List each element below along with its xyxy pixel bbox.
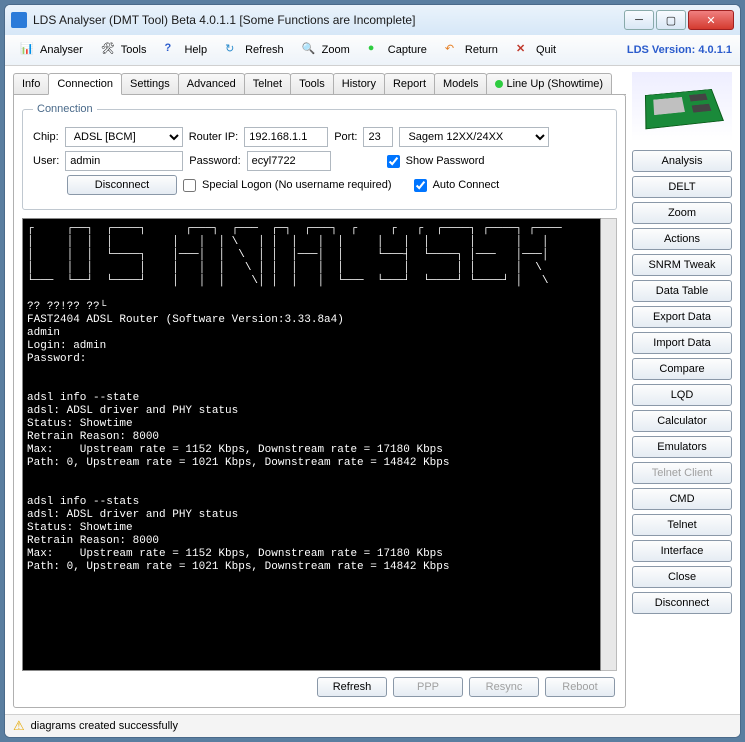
side-export-data-button[interactable]: Export Data — [632, 306, 732, 328]
reboot-button[interactable]: Reboot — [545, 677, 615, 697]
password-input[interactable] — [247, 151, 331, 171]
zoom-button[interactable]: 🔍Zoom — [295, 39, 357, 61]
window-title: LDS Analyser (DMT Tool) Beta 4.0.1.1 [So… — [33, 13, 624, 27]
side-compare-button[interactable]: Compare — [632, 358, 732, 380]
chart-icon: 📊 — [20, 42, 36, 58]
tab-settings[interactable]: Settings — [121, 73, 179, 94]
side-zoom-button[interactable]: Zoom — [632, 202, 732, 224]
quit-button[interactable]: ✕Quit — [509, 39, 563, 61]
port-label: Port: — [334, 131, 357, 143]
zoom-icon: 🔍 — [302, 42, 318, 58]
user-input[interactable] — [65, 151, 183, 171]
warning-icon: ⚠ — [13, 718, 25, 734]
side-actions-button[interactable]: Actions — [632, 228, 732, 250]
main-toolbar: 📊Analyser 🛠Tools ?Help ↻Refresh 🔍Zoom ●C… — [5, 35, 740, 66]
side-cmd-button[interactable]: CMD — [632, 488, 732, 510]
show-password-label: Show Password — [406, 155, 485, 167]
user-label: User: — [33, 155, 59, 167]
version-label: LDS Version: 4.0.1.1 — [627, 44, 732, 56]
tab-telnet[interactable]: Telnet — [244, 73, 291, 94]
side-lqd-button[interactable]: LQD — [632, 384, 732, 406]
board-image — [632, 72, 732, 142]
tab-history[interactable]: History — [333, 73, 385, 94]
tab-tools[interactable]: Tools — [290, 73, 334, 94]
terminal-output: ┌ ┌──┐ ┌────┐ ┌───┐ ┌─── ┌─┐ ┌───┐ ┌ ┌ ┌… — [22, 218, 601, 671]
return-button[interactable]: ↶Return — [438, 39, 505, 61]
side-delt-button[interactable]: DELT — [632, 176, 732, 198]
modem-select[interactable]: Sagem 12XX/24XX — [399, 127, 549, 147]
status-text: diagrams created successfully — [31, 720, 178, 732]
tools-icon: 🛠 — [101, 42, 117, 58]
disconnect-button[interactable]: Disconnect — [67, 175, 177, 195]
refresh-button[interactable]: ↻Refresh — [218, 39, 291, 61]
ppp-button[interactable]: PPP — [393, 677, 463, 697]
tab-info[interactable]: Info — [13, 73, 49, 94]
capture-button[interactable]: ●Capture — [361, 39, 434, 61]
refresh-bottom-button[interactable]: Refresh — [317, 677, 387, 697]
chip-select[interactable]: ADSL [BCM] — [65, 127, 183, 147]
special-logon-checkbox[interactable] — [183, 179, 196, 192]
return-icon: ↶ — [445, 42, 461, 58]
analyser-button[interactable]: 📊Analyser — [13, 39, 90, 61]
minimize-button[interactable]: ─ — [624, 10, 654, 30]
tab-models[interactable]: Models — [434, 73, 487, 94]
side-calculator-button[interactable]: Calculator — [632, 410, 732, 432]
help-button[interactable]: ?Help — [157, 39, 214, 61]
sidebar: Analysis DELT Zoom Actions SNRM Tweak Data Ta… — [632, 72, 732, 708]
chip-label: Chip: — [33, 131, 59, 143]
show-password-checkbox[interactable] — [387, 155, 400, 168]
password-label: Password: — [189, 155, 240, 167]
special-logon-label: Special Logon (No username required) — [202, 179, 392, 191]
auto-connect-checkbox[interactable] — [414, 179, 427, 192]
connection-legend: Connection — [33, 103, 97, 115]
side-snrm-tweak-button[interactable]: SNRM Tweak — [632, 254, 732, 276]
app-icon — [11, 12, 27, 28]
side-disconnect-button[interactable]: Disconnect — [632, 592, 732, 614]
help-icon: ? — [164, 42, 180, 58]
maximize-button[interactable]: ▢ — [656, 10, 686, 30]
titlebar: LDS Analyser (DMT Tool) Beta 4.0.1.1 [So… — [5, 5, 740, 35]
status-bar: ⚠ diagrams created successfully — [5, 714, 740, 737]
tab-line-up-showtime-[interactable]: Line Up (Showtime) — [486, 73, 612, 94]
router-ip-input[interactable] — [244, 127, 328, 147]
capture-icon: ● — [368, 42, 384, 58]
port-input[interactable] — [363, 127, 393, 147]
terminal-scrollbar[interactable] — [601, 218, 617, 671]
tab-advanced[interactable]: Advanced — [178, 73, 245, 94]
auto-connect-label: Auto Connect — [433, 179, 500, 191]
side-data-table-button[interactable]: Data Table — [632, 280, 732, 302]
side-telnet-client-button[interactable]: Telnet Client — [632, 462, 732, 484]
side-interface-button[interactable]: Interface — [632, 540, 732, 562]
tabstrip: InfoConnectionSettingsAdvancedTelnetTool… — [13, 73, 626, 95]
router-ip-label: Router IP: — [189, 131, 239, 143]
quit-icon: ✕ — [516, 42, 532, 58]
refresh-icon: ↻ — [225, 42, 241, 58]
tab-report[interactable]: Report — [384, 73, 435, 94]
connection-group: Connection Chip: ADSL [BCM] Router IP: P… — [22, 103, 617, 210]
status-dot-icon — [495, 80, 503, 88]
tab-connection[interactable]: Connection — [48, 73, 122, 95]
connection-panel: Connection Chip: ADSL [BCM] Router IP: P… — [13, 94, 626, 708]
side-close-button[interactable]: Close — [632, 566, 732, 588]
resync-button[interactable]: Resync — [469, 677, 539, 697]
side-telnet-button[interactable]: Telnet — [632, 514, 732, 536]
tools-button[interactable]: 🛠Tools — [94, 39, 154, 61]
side-analysis-button[interactable]: Analysis — [632, 150, 732, 172]
close-button[interactable]: ✕ — [688, 10, 734, 30]
side-import-data-button[interactable]: Import Data — [632, 332, 732, 354]
side-emulators-button[interactable]: Emulators — [632, 436, 732, 458]
